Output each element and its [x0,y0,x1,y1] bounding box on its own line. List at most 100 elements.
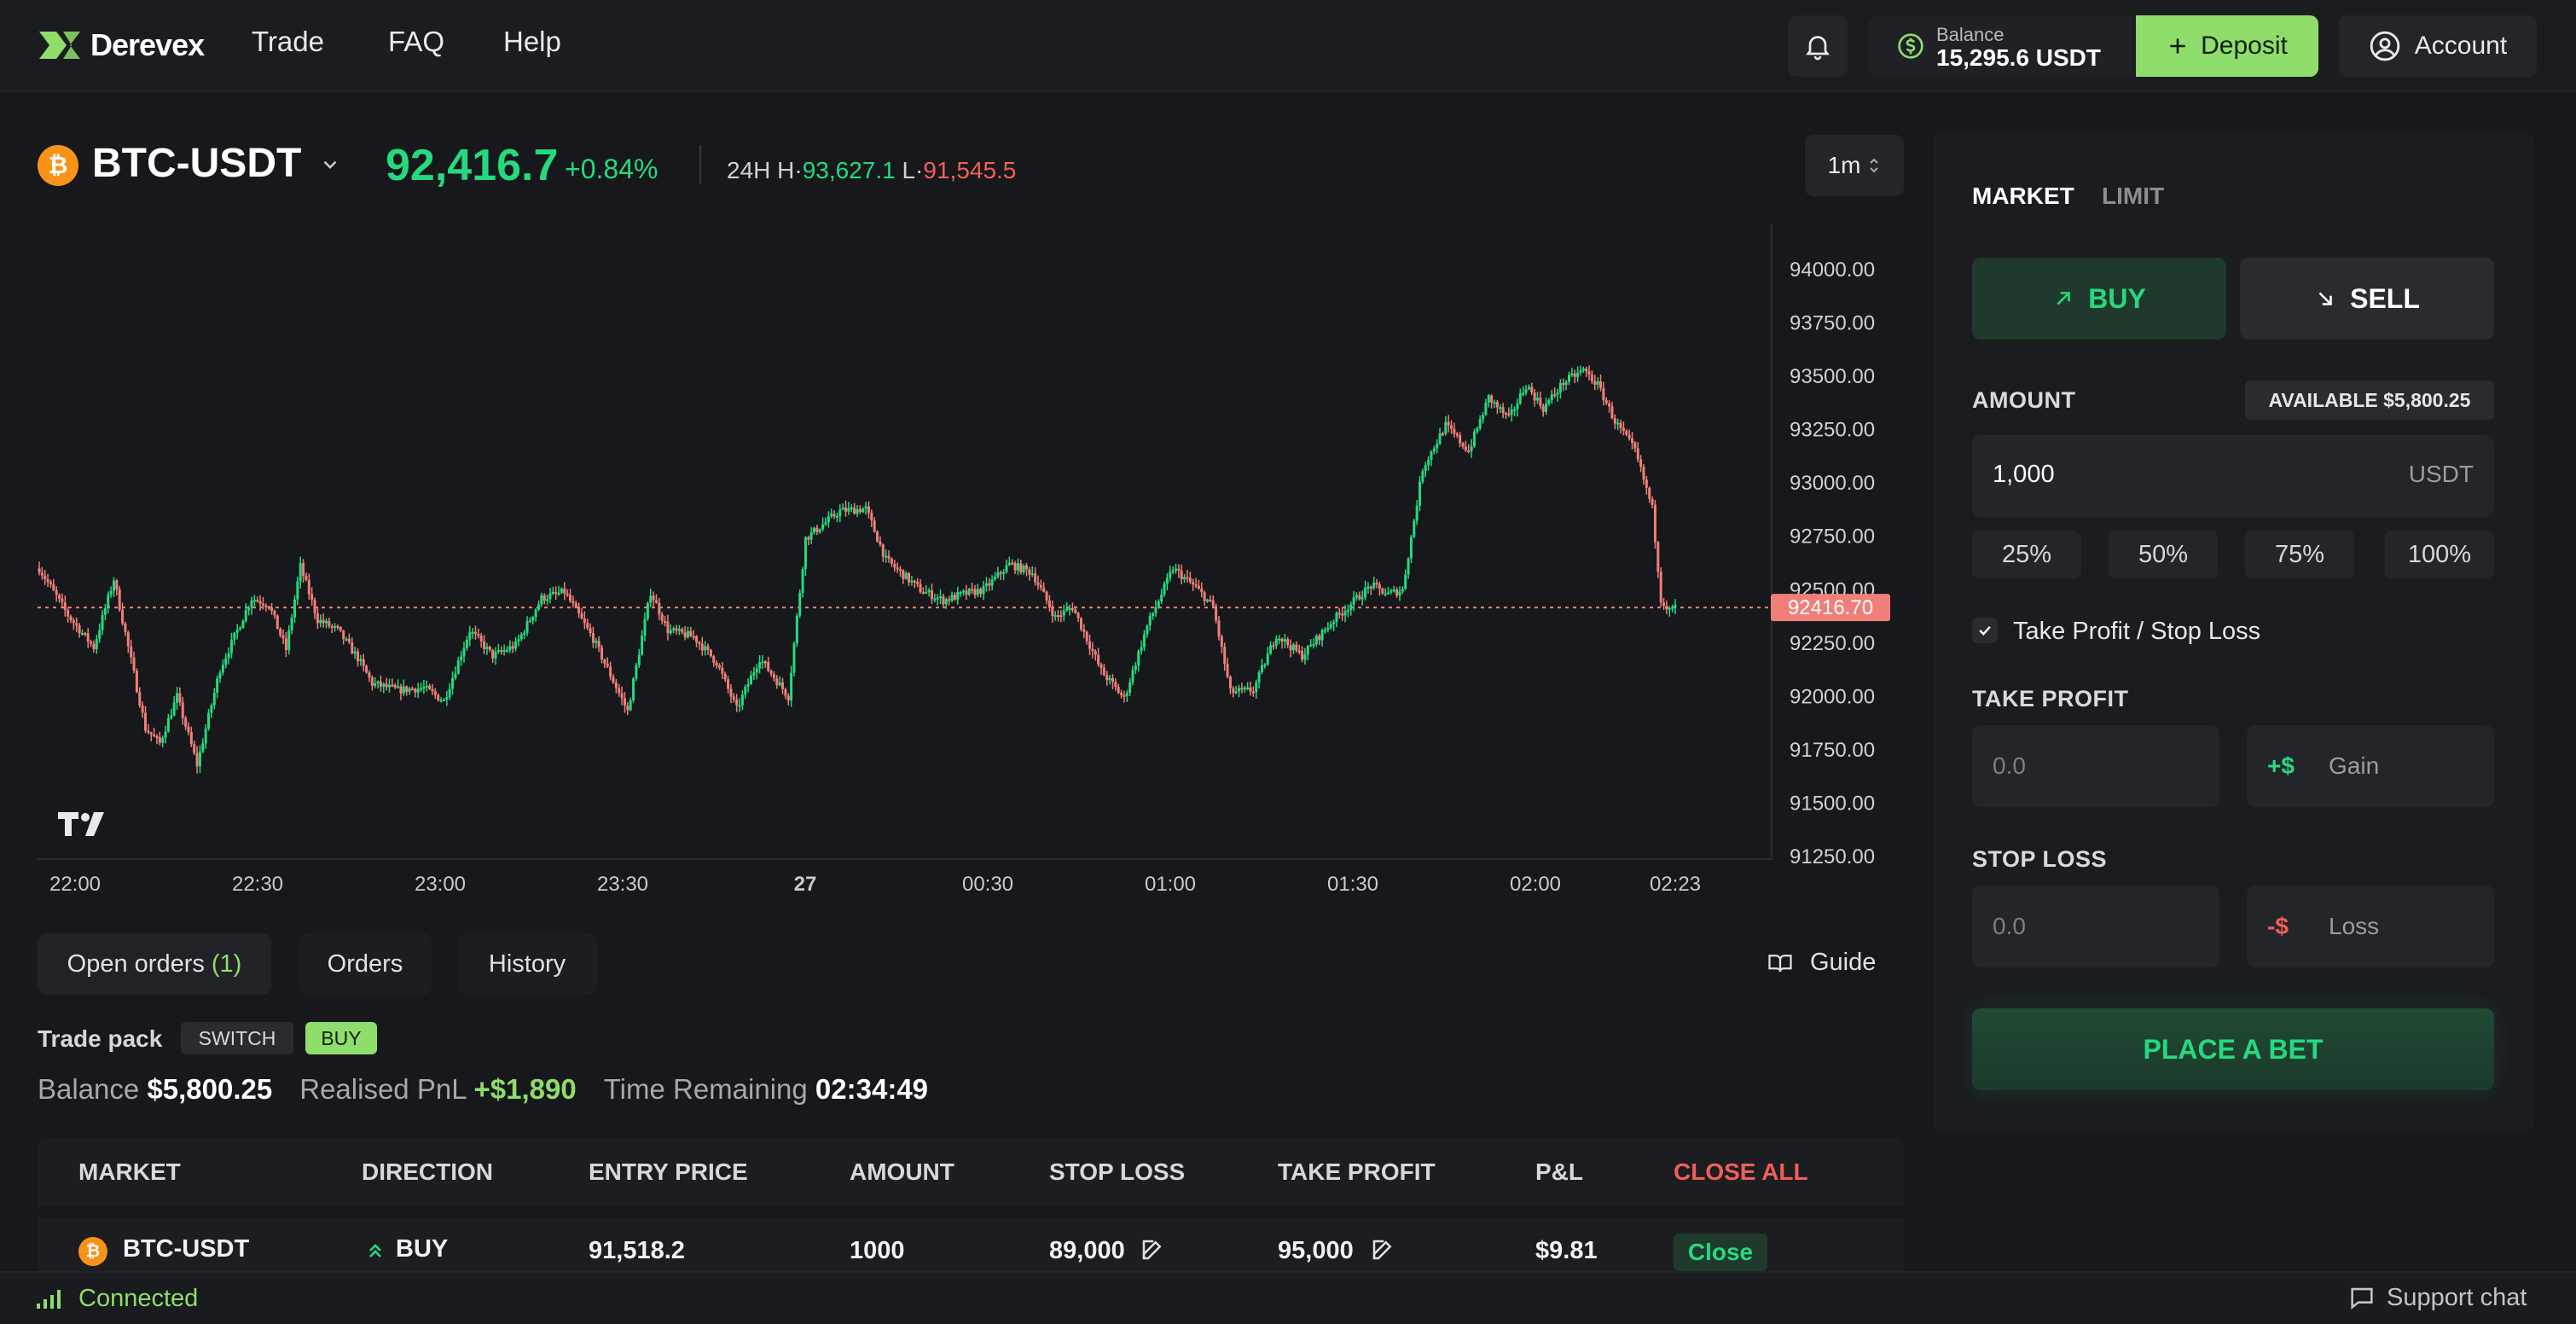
col-market: MARKET [78,1158,181,1185]
sl-prefix: -$ [2267,913,2289,939]
sell-label: SELL [2350,282,2420,314]
tab-open-orders[interactable]: Open orders (1) [38,933,271,995]
last-price-label: 92416.70 [1788,596,1873,619]
book-icon [1768,954,1792,972]
stop-loss-amount-input[interactable]: -$ Loss [2247,886,2494,967]
pack-stats: Balance $5,800.25 Realised PnL +$1,890 T… [38,1073,928,1106]
orders-table-header [38,1138,1904,1206]
x-tick-label: 23:00 [415,873,466,896]
available-text: AVAILABLE $5,800.25 [2268,388,2471,411]
col-amount: AMOUNT [850,1158,954,1185]
open-orders-label: Open orders [67,949,205,978]
amount-value[interactable]: 1,000 [1993,461,2055,489]
y-tick-label: 92000.00 [1790,685,1875,708]
edit-stop-loss-icon[interactable] [1140,1237,1165,1263]
x-tick-label: 22:30 [232,873,283,896]
y-tick-label: 91500.00 [1790,792,1875,815]
stop-loss-label: STOP LOSS [1972,846,2108,872]
place-bet-label: PLACE A BET [2143,1033,2324,1065]
percent-100-button[interactable]: 100% [2385,531,2494,578]
y-tick-label: 93500.00 [1790,365,1875,388]
buy-label: BUY [2088,282,2146,314]
tpsl-label[interactable]: Take Profit / Stop Loss [2013,618,2260,646]
double-chevron-up-icon [369,1244,381,1257]
row-amount: 1000 [850,1237,905,1264]
amount-input[interactable]: 1,000 USDT [1972,435,2494,517]
pack-balance-label: Balance [38,1073,140,1105]
tab-market[interactable]: MARKET [1972,183,2074,210]
x-tick-label: 02:23 [1650,873,1701,896]
connection-status: Connected [78,1285,199,1312]
y-tick-label: 93000.00 [1790,472,1875,495]
check-icon [1979,625,1991,636]
close-all-button[interactable]: CLOSE ALL [1674,1158,1808,1186]
row-direction: BUY [396,1235,449,1263]
chat-bubble-icon [2351,1287,2373,1309]
x-tick-label: 23:30 [597,873,648,896]
x-tick-label: 22:00 [49,873,101,896]
col-take-profit: TAKE PROFIT [1278,1158,1436,1185]
time-label: Time Remaining [603,1073,808,1105]
percent-25-button[interactable]: 25% [1972,531,2081,578]
take-profit-gain-input[interactable]: +$ Gain [2247,725,2494,807]
sell-toggle[interactable]: SELL [2240,258,2494,340]
tab-history[interactable]: History [457,933,597,995]
col-direction: DIRECTION [362,1158,493,1185]
time-value: 02:34:49 [815,1073,929,1105]
place-bet-button[interactable]: PLACE A BET [1972,1008,2494,1090]
percent-50-button[interactable]: 50% [2109,531,2218,578]
tp-suffix: Gain [2329,752,2380,779]
tradingview-logo [56,809,109,842]
buy-toggle[interactable]: BUY [1972,258,2226,340]
tradingview-icon [58,812,104,836]
arrow-down-right-icon [2318,292,2332,305]
x-tick-label: 27 [794,873,817,896]
support-chat-button[interactable]: Support chat [2347,1283,2527,1312]
pnl-value: +$1,890 [473,1073,577,1105]
take-profit-label: TAKE PROFIT [1972,686,2129,711]
sl-placeholder: 0.0 [1993,913,2026,939]
percent-75-button[interactable]: 75% [2245,531,2354,578]
y-tick-label: 92750.00 [1790,526,1875,549]
amount-unit: USDT [2408,461,2474,487]
guide-label: Guide [1810,949,1877,976]
realised-pnl: Realised PnL +$1,890 [299,1073,576,1106]
arrow-up-right-icon [2057,292,2071,305]
bitcoin-icon: ₿ [78,1237,107,1266]
sl-suffix: Loss [2329,913,2380,939]
tab-limit[interactable]: LIMIT [2102,183,2164,210]
amount-label: AMOUNT [1972,387,2076,413]
tpsl-checkbox[interactable] [1972,618,1998,643]
switch-badge[interactable]: SWITCH [181,1022,293,1054]
x-tick-label: 02:00 [1510,873,1561,896]
buy-badge: BUY [305,1022,377,1054]
pack-balance-value: $5,800.25 [147,1073,273,1105]
tab-orders[interactable]: Orders [299,933,432,995]
pack-balance: Balance $5,800.25 [38,1073,272,1106]
pnl-label: Realised PnL [299,1073,467,1105]
time-remaining: Time Remaining 02:34:49 [604,1073,928,1106]
edit-take-profit-icon[interactable] [1370,1237,1395,1263]
available-badge: AVAILABLE $5,800.25 [2245,380,2494,420]
x-tick-label: 01:00 [1145,873,1196,896]
col-pnl: P&L [1535,1158,1583,1185]
close-position-button[interactable]: Close [1674,1234,1767,1271]
open-orders-count: (1) [211,949,242,978]
y-tick-label: 94000.00 [1790,258,1875,282]
row-market: BTC-USDT [123,1235,250,1263]
row-take-profit: 95,000 [1278,1237,1354,1264]
y-tick-label: 93750.00 [1790,312,1875,335]
y-tick-label: 91750.00 [1790,739,1875,762]
signal-bars-icon [37,1290,61,1309]
guide-link[interactable]: Guide [1766,949,1876,977]
stop-loss-input[interactable]: 0.0 [1972,886,2219,967]
tp-prefix: +$ [2267,752,2295,779]
table-row [38,1218,1904,1271]
order-panel: MARKET LIMIT BUY SELL AMOUNT AVAILABLE $… [1933,133,2535,1131]
x-tick-label: 01:30 [1327,873,1378,896]
take-profit-input[interactable]: 0.0 [1972,725,2219,807]
x-tick-label: 00:30 [962,873,1013,896]
row-stop-loss: 89,000 [1049,1237,1125,1264]
status-bar: Connected Support chat [0,1271,2576,1324]
row-pnl: $9.81 [1535,1237,1598,1264]
